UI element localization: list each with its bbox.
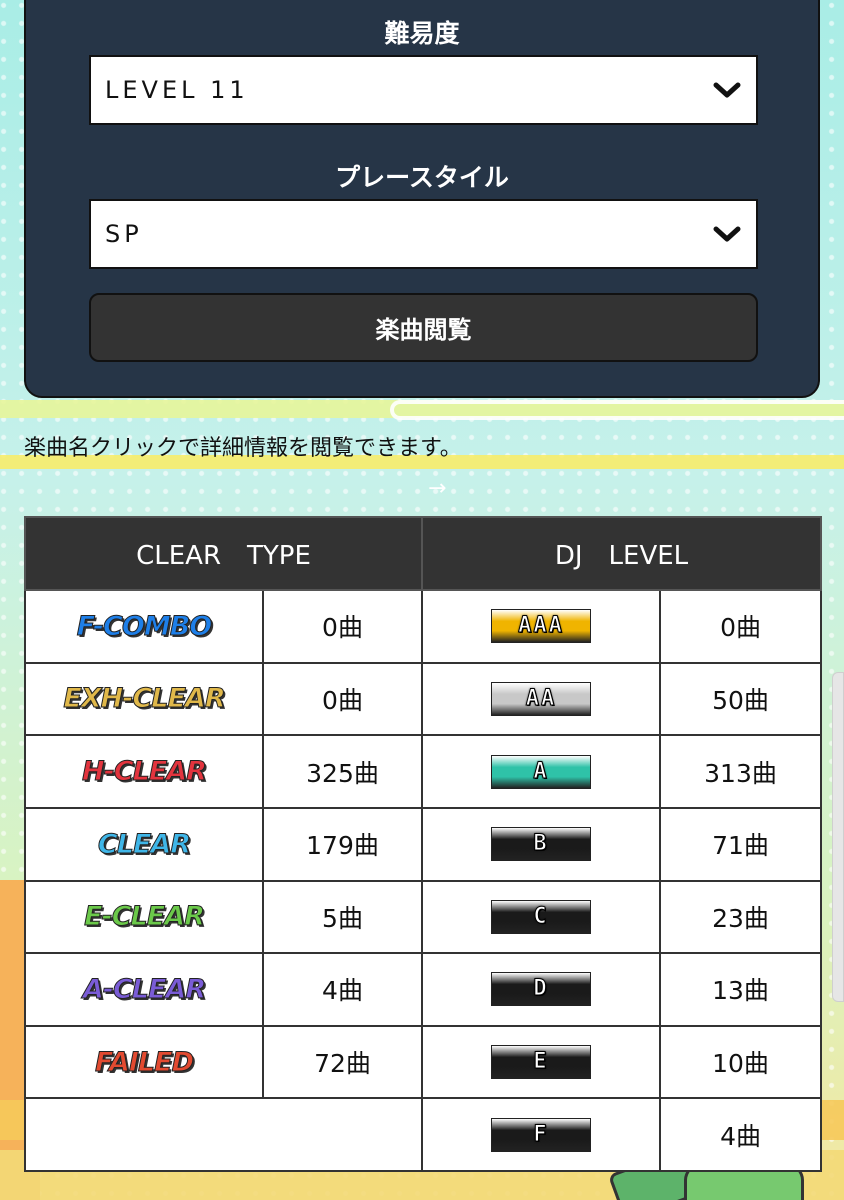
dj-level-badge: F [491,1117,592,1152]
clear-type-count: 72曲 [261,1024,424,1100]
dj-level-badge: AA [491,681,592,716]
clear-type-label: F-COMBO [76,610,212,642]
clear-type-label: CLEAR [97,828,191,860]
dj-level-count: 0曲 [659,589,823,664]
scrollbar-thumb[interactable] [832,672,844,1002]
difficulty-value: LEVEL 11 [105,76,249,104]
dj-level-cell: E [421,1024,662,1100]
playstyle-label: プレースタイル [335,163,509,192]
dj-level-count: 50曲 [659,661,823,737]
dj-level-count: 23曲 [659,879,823,955]
filter-panel: 難易度 LEVEL 11 プレースタイル SP 楽曲閲覧 [24,0,820,398]
clear-type-cell: A-CLEAR [24,952,264,1027]
dj-level-cell: AA [421,661,662,737]
table-row: FAILED 72曲 E 10曲 [24,1024,823,1100]
clear-type-cell: E-CLEAR [24,879,264,955]
clear-type-cell: FAILED [24,1024,264,1100]
clear-type-count: 0曲 [261,661,424,737]
dj-level-badge: E [491,1045,592,1080]
chevron-down-icon [712,219,742,249]
dj-level-count: 13曲 [659,952,823,1027]
dj-level-count: 71曲 [659,806,823,882]
clear-type-cell: CLEAR [24,806,264,882]
clear-type-count: 0曲 [261,589,424,664]
dj-level-header: DJ LEVEL [421,516,823,591]
dj-level-badge: A [491,754,592,789]
clear-type-cell: H-CLEAR [24,734,264,809]
arrow-icon: → [428,476,447,501]
table-row: A-CLEAR 4曲 D 13曲 [24,952,823,1027]
dj-level-badge: AAA [491,609,592,644]
dj-level-cell: B [421,806,662,882]
clear-type-header: CLEAR TYPE [23,516,424,591]
dj-level-count: 313曲 [659,734,823,809]
clear-type-cell: F-COMBO [24,589,264,664]
dj-level-cell: AAA [421,589,662,664]
bg-track [390,400,844,420]
clear-type-label: EXH-CLEAR [63,683,226,715]
clear-type-count: 5曲 [261,879,424,955]
difficulty-label: 難易度 [384,19,460,48]
difficulty-select[interactable]: LEVEL 11 [89,55,758,125]
dj-level-cell: A [421,734,662,809]
dj-level-badge: D [491,972,592,1007]
clear-type-count: 325曲 [261,734,424,809]
table-row: EXH-CLEAR 0曲 AA 50曲 [24,661,823,737]
empty-cell [23,1097,424,1172]
playstyle-select[interactable]: SP [89,199,758,269]
dj-level-count: 4曲 [659,1097,823,1172]
table-row: F-COMBO 0曲 AAA 0曲 [24,589,823,664]
clear-type-count: 179曲 [261,806,424,882]
chevron-down-icon [712,75,742,105]
dj-level-badge: C [491,899,592,934]
table-row: F 4曲 [23,1097,823,1172]
clear-type-label: E-CLEAR [84,901,206,933]
table-row: E-CLEAR 5曲 C 23曲 [24,879,823,955]
help-note: 楽曲名クリックで詳細情報を閲覧できます。 [24,436,462,461]
clear-type-cell: EXH-CLEAR [24,661,264,737]
dj-level-badge: B [491,827,592,862]
stats-body: F-COMBO 0曲 AAA 0曲 EXH-CLEAR 0曲 AA 50曲 H-CLEAR 325… [23,589,823,1172]
table-row: CLEAR 179曲 B 71曲 [24,806,823,882]
clear-type-label: A-CLEAR [82,973,206,1005]
dj-level-cell: F [421,1097,662,1172]
clear-type-count: 4曲 [261,952,424,1027]
clear-type-label: FAILED [95,1046,195,1078]
playstyle-value: SP [105,220,143,248]
dj-level-cell: D [421,952,662,1027]
clear-stats-table: CLEAR TYPE DJ LEVEL F-COMBO 0曲 AAA 0曲 EXH-CL… [23,516,823,1172]
browse-songs-button[interactable]: 楽曲閲覧 [89,293,758,362]
dj-level-cell: C [421,879,662,955]
dj-level-count: 10曲 [659,1024,823,1100]
table-row: H-CLEAR 325曲 A 313曲 [24,734,823,809]
clear-type-label: H-CLEAR [82,756,208,788]
